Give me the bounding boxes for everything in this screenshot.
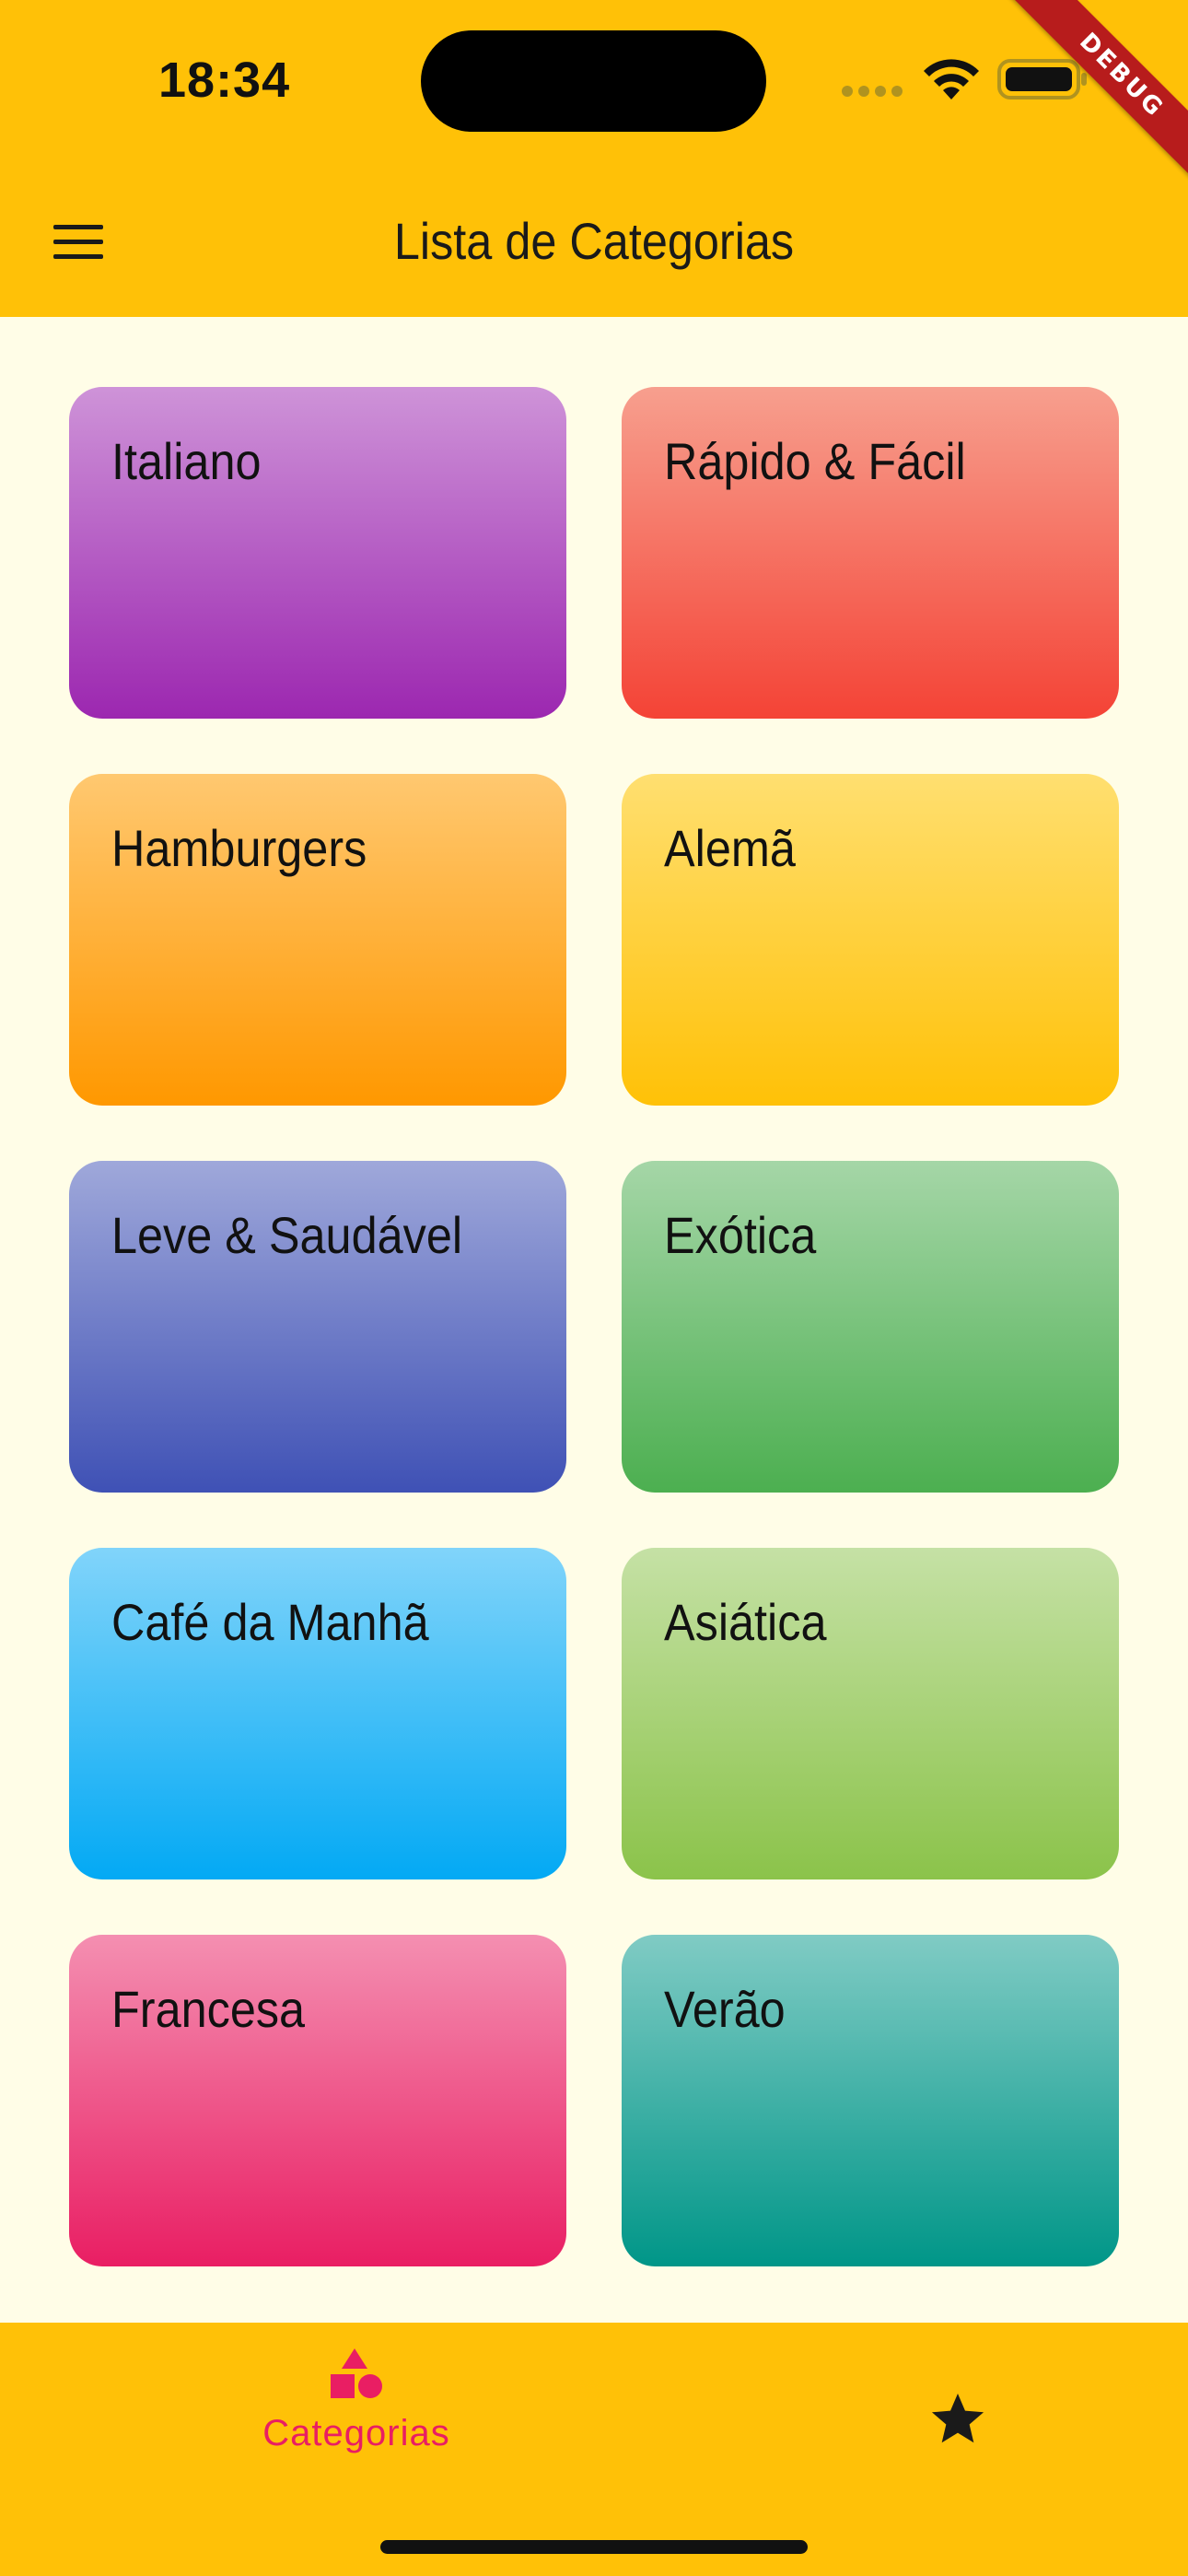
category-label: Francesa [111, 1980, 306, 2038]
category-label: Café da Manhã [111, 1593, 429, 1651]
category-label: Verão [664, 1980, 786, 2038]
category-label: Rápido & Fácil [664, 432, 966, 490]
category-card-verao[interactable]: Verão [622, 1935, 1119, 2266]
category-card-cafe-da-manha[interactable]: Café da Manhã [69, 1548, 566, 1879]
category-card-alema[interactable]: Alemã [622, 774, 1119, 1106]
cellular-signal-icon [842, 86, 903, 97]
category-label: Leve & Saudável [111, 1206, 463, 1264]
category-label: Hamburgers [111, 819, 367, 877]
category-card-rapido-facil[interactable]: Rápido & Fácil [622, 387, 1119, 719]
nav-label-categories: Categorias [262, 2413, 450, 2453]
category-grid: Italiano Rápido & Fácil Hamburgers Alemã… [69, 387, 1119, 2266]
dynamic-island [421, 30, 766, 132]
nav-item-favorites[interactable] [898, 2359, 1018, 2479]
page-title: Lista de Categorias [393, 212, 795, 270]
home-indicator[interactable] [380, 2540, 808, 2554]
category-card-hamburgers[interactable]: Hamburgers [69, 774, 566, 1106]
category-shapes-icon [331, 2348, 382, 2398]
category-card-italiano[interactable]: Italiano [69, 387, 566, 719]
category-label: Exótica [664, 1206, 817, 1264]
top-bar: 18:34 DEBUG Lista de Categorias [0, 0, 1188, 317]
nav-item-categories[interactable]: Categorias [218, 2345, 495, 2492]
star-icon [931, 2393, 984, 2443]
category-card-francesa[interactable]: Francesa [69, 1935, 566, 2266]
category-label: Asiática [664, 1593, 827, 1651]
category-card-exotica[interactable]: Exótica [622, 1161, 1119, 1493]
category-label: Alemã [664, 819, 796, 877]
wifi-icon [924, 59, 979, 100]
category-card-leve-saudavel[interactable]: Leve & Saudável [69, 1161, 566, 1493]
category-card-asiatica[interactable]: Asiática [622, 1548, 1119, 1879]
category-label: Italiano [111, 432, 262, 490]
bottom-navigation-bar: Categorias [0, 2323, 1188, 2576]
battery-icon [997, 59, 1087, 100]
status-time: 18:34 [158, 53, 291, 108]
